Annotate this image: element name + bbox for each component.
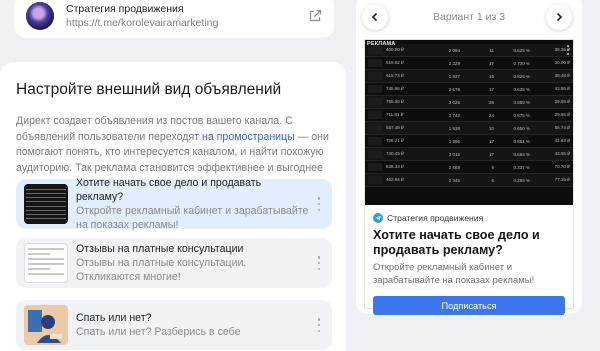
external-link-icon[interactable]: [308, 9, 322, 23]
ad-channel-name: Стратегия продвижения: [387, 213, 484, 223]
ad-channel: Стратегия продвижения: [373, 213, 565, 223]
option-subtitle: Откройте рекламный кабинет и зарабатывай…: [76, 205, 309, 231]
channel-url: https://t.me/korolevairamarketing: [66, 17, 219, 29]
channel-name: Стратегия продвижения: [66, 3, 184, 15]
option-subtitle: Отзывы на платные консультации. Откликаю…: [76, 257, 247, 283]
more-icon[interactable]: [314, 256, 324, 270]
option-thumbnail-illustration: [24, 305, 68, 345]
ad-image-tag: РЕКЛАМА: [367, 41, 396, 47]
ad-image-table: 400.00 ₽2 094 11 0.525 % 36.36 ₽519.02 ₽2 3…: [365, 44, 573, 187]
channel-card: Стратегия продвижения https://t.me/korol…: [14, 0, 334, 38]
variant-navigation: Вариант 1 из 3: [356, 4, 582, 32]
ad-table-row: 745.66 ₽2 678 17 0.635 % 43.86 ₽: [365, 83, 573, 96]
ad-table-row: 462.94 ₽2 345 6 0.256 % 77.15 ₽: [365, 174, 573, 187]
option-thumbnail-document: [24, 243, 68, 283]
ad-variant-option-2[interactable]: Отзывы на платные консультации Отзывы на…: [16, 238, 332, 288]
ad-preview: 400.00 ₽2 094 11 0.525 % 36.36 ₽519.02 ₽2 3…: [364, 39, 574, 315]
ad-table-row: 400.00 ₽2 094 11 0.525 % 36.36 ₽: [365, 44, 573, 57]
ad-preview-panel: Вариант 1 из 3 400.00 ₽2 094 11 0.525 % 36.…: [356, 0, 582, 315]
settings-title: Настройте внешний вид объявлений: [16, 81, 282, 98]
ad-text: Откройте рекламный кабинет и зарабатывай…: [373, 262, 535, 286]
channel-avatar: [26, 2, 54, 30]
option-title: Спать или нет?: [76, 312, 152, 324]
channel-info: Стратегия продвижения https://t.me/korol…: [66, 2, 308, 30]
ad-variant-option-1[interactable]: Хотите начать свое дело и продавать рекл…: [16, 177, 332, 231]
ad-table-row: 636.33 ₽2 668 9 0.337 % 70.70 ₽: [365, 161, 573, 174]
ad-table-row: 728.21 ₽1 996 17 0.851 % 42.83 ₽: [365, 135, 573, 148]
telegram-icon: [373, 213, 383, 223]
ad-title: Хотите начать свое дело и продавать рекл…: [373, 228, 540, 257]
ad-table-row: 615.73 ₽1 937 16 0.826 % 38.48 ₽: [365, 70, 573, 83]
ad-table-row: 519.02 ₽2 329 17 0.730 % 30.00 ₽: [365, 57, 573, 70]
more-icon[interactable]: [314, 197, 324, 211]
option-title: Отзывы на платные консультации: [76, 243, 244, 255]
ad-image: 400.00 ₽2 094 11 0.525 % 36.36 ₽519.02 ₽2 3…: [365, 40, 573, 205]
ad-table-row: 557.48 ₽1 538 10 0.650 % 55.74 ₽: [365, 122, 573, 135]
next-variant-button[interactable]: [546, 4, 572, 30]
ad-image-more-icon: [567, 45, 569, 55]
ad-table-row: 711.81 ₽2 743 24 0.875 % 29.65 ₽: [365, 109, 573, 122]
promo-pages-link[interactable]: на промостраницы: [202, 131, 295, 143]
chevron-right-icon: [556, 12, 563, 22]
option-title: Хотите начать свое дело и продавать рекл…: [76, 177, 262, 203]
more-icon[interactable]: [314, 318, 324, 332]
ad-table-row: 740.45 ₽3 012 17 0.564 % 43.55 ₽: [365, 148, 573, 161]
settings-description: Директ создает объявления из постов ваше…: [16, 114, 334, 176]
option-subtitle: Спать или нет? Разберись в себе: [76, 326, 241, 338]
ad-variant-option-3[interactable]: Спать или нет? Спать или нет? Разберись …: [16, 300, 332, 350]
ad-table-row: 755.36 ₽3 026 26 0.859 % 29.05 ₽: [365, 96, 573, 109]
subscribe-button[interactable]: Подписаться: [373, 296, 565, 315]
option-thumbnail-table: [24, 184, 68, 224]
